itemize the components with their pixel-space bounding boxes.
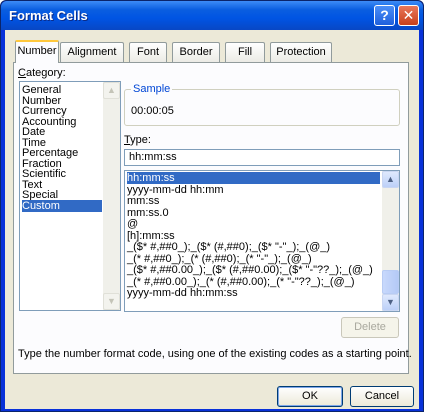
- tab-label: Font: [136, 46, 159, 58]
- format-code-item[interactable]: _($* #,##0_);_($* (#,##0);_($* "-"_);_(@…: [127, 241, 380, 253]
- format-code-item[interactable]: [h]:mm:ss: [127, 230, 380, 242]
- close-icon: ✕: [402, 7, 415, 23]
- help-icon: ?: [380, 7, 389, 23]
- scroll-up-icon: ▲: [386, 174, 395, 184]
- scroll-up-icon: ▲: [107, 85, 116, 95]
- format-code-item[interactable]: yyyy-mm-dd hh:mm: [127, 184, 380, 196]
- format-code-item[interactable]: yyyy-mm-dd hh:mm:ss: [127, 287, 380, 299]
- window-title: Format Cells: [9, 8, 88, 23]
- help-button[interactable]: ?: [374, 5, 395, 26]
- format-code-item[interactable]: mm:ss.0: [127, 207, 380, 219]
- sample-value: 00:00:05: [131, 105, 174, 117]
- tab-label: Number: [17, 45, 57, 57]
- format-list-scrollbar[interactable]: ▲ ▼: [382, 171, 399, 311]
- category-label-accesskey: C: [18, 67, 26, 79]
- tab-label: Fill: [237, 46, 253, 58]
- tab-font[interactable]: Font: [129, 42, 167, 62]
- ok-button[interactable]: OK: [277, 386, 343, 407]
- type-label-text: ype:: [130, 134, 151, 146]
- tab-label: Alignment: [67, 46, 117, 58]
- type-label: Type:: [124, 134, 151, 146]
- format-code-item[interactable]: _($* #,##0.00_);_($* (#,##0.00);_($* "-"…: [127, 264, 380, 276]
- scroll-down-icon: ▼: [386, 297, 395, 307]
- category-list[interactable]: General Number Currency Accounting Date Time P…: [19, 81, 121, 311]
- tab-fill[interactable]: Fill: [225, 42, 265, 62]
- format-code-item[interactable]: mm:ss: [127, 195, 380, 207]
- tab-border[interactable]: Border: [172, 42, 220, 62]
- format-code-item[interactable]: _(* #,##0_);_(* (#,##0);_(* "-"_);_(@_): [127, 253, 380, 265]
- tab-protection[interactable]: Protection: [270, 42, 332, 62]
- scroll-down-button[interactable]: ▼: [382, 294, 399, 311]
- format-code-item[interactable]: _(* #,##0.00_);_(* (#,##0.00);_(* "-"??_…: [127, 276, 380, 288]
- type-input[interactable]: hh:mm:ss: [124, 149, 400, 166]
- format-code-item[interactable]: hh:mm:ss: [127, 172, 380, 184]
- category-label-text: ategory:: [25, 67, 66, 79]
- format-code-item[interactable]: @: [127, 218, 380, 230]
- sample-legend: Sample: [131, 83, 173, 95]
- format-code-list[interactable]: hh:mm:ss yyyy-mm-dd hh:mm mm:ss mm:ss.0 @ [h]…: [124, 170, 400, 312]
- hint-text: Type the number format code, using one o…: [18, 348, 412, 360]
- category-scrollbar[interactable]: ▲ ▼: [103, 82, 120, 310]
- close-button[interactable]: ✕: [398, 5, 419, 26]
- sample-group: Sample 00:00:05: [124, 83, 400, 126]
- format-cells-dialog: Format Cells ? ✕ Number Alignment Font B…: [0, 0, 424, 412]
- dialog-body: Number Alignment Font Border Fill Protec…: [5, 30, 419, 409]
- tab-label: Border: [179, 46, 213, 58]
- scroll-down-icon: ▼: [107, 296, 116, 306]
- scroll-thumb[interactable]: [382, 270, 399, 294]
- scroll-up-button[interactable]: ▲: [103, 82, 120, 99]
- category-item[interactable]: Custom: [22, 199, 102, 212]
- tab-number[interactable]: Number: [15, 40, 59, 63]
- tab-alignment[interactable]: Alignment: [60, 42, 124, 62]
- tab-label: Protection: [276, 46, 326, 58]
- cancel-button[interactable]: Cancel: [350, 386, 414, 407]
- delete-button[interactable]: Delete: [341, 317, 399, 338]
- scroll-up-button[interactable]: ▲: [382, 171, 399, 188]
- title-bar[interactable]: Format Cells ? ✕: [1, 1, 423, 30]
- scroll-down-button[interactable]: ▼: [103, 293, 120, 310]
- number-tab-panel: Category: General Number Currency Accountin…: [13, 62, 412, 374]
- category-label: Category:: [18, 67, 66, 79]
